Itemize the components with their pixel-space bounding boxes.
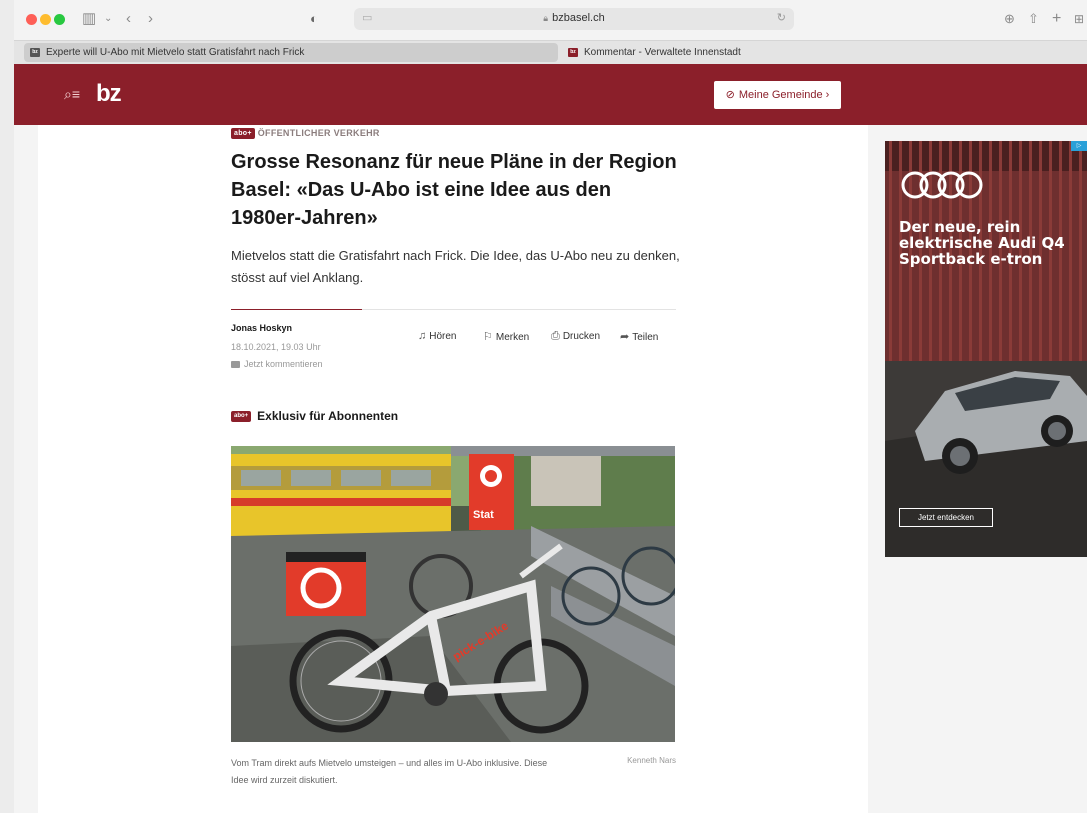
tab-favicon: bz: [568, 48, 578, 57]
photo-caption: Vom Tram direkt aufs Mietvelo umsteigen …: [231, 758, 548, 785]
abo-badge: abo+: [231, 128, 255, 140]
site-header: ⌕≡ bz ⊘ Meine Gemeinde ›: [14, 64, 1087, 125]
meine-gemeinde-button[interactable]: ⊘ Meine Gemeinde ›: [714, 81, 841, 109]
divider: [231, 309, 362, 310]
forward-icon[interactable]: ›: [148, 9, 153, 29]
ad-choices-icon[interactable]: ▷: [1071, 141, 1087, 151]
author-name[interactable]: Jonas Hoskyn: [231, 323, 292, 333]
article-headline: Grosse Resonanz für neue Pläne in der Re…: [231, 151, 677, 229]
photo-credit: Kenneth Nars: [627, 756, 676, 765]
tab-experte[interactable]: bz Experte will U-Abo mit Mietvelo statt…: [24, 43, 558, 62]
divider: [362, 309, 676, 310]
exclusive-text: Exklusiv für Abonnenten: [257, 409, 399, 423]
back-icon[interactable]: ‹: [126, 9, 131, 29]
search-menu-icon[interactable]: ⌕≡: [64, 86, 80, 102]
abo-badge: abo+: [231, 411, 252, 423]
printer-icon: ⎙: [551, 330, 560, 342]
listen-button[interactable]: ♫ Hören: [418, 330, 457, 342]
tab-favicon: bz: [30, 48, 40, 57]
share-arrow-icon: ➦: [620, 331, 630, 343]
tab-bar: bz Experte will U-Abo mit Mietvelo statt…: [14, 40, 1087, 64]
new-tab-icon[interactable]: +: [1052, 9, 1061, 29]
bookmark-button[interactable]: ⚐ Merken: [483, 330, 529, 343]
listen-label: Hören: [429, 331, 457, 342]
print-button[interactable]: ⎙ Drucken: [551, 330, 600, 343]
tab-label: Kommentar - Verwaltete Innenstadt: [584, 47, 741, 58]
tab-kommentar[interactable]: bz Kommentar - Verwaltete Innenstadt: [562, 43, 1082, 62]
url-text: bzbasel.ch: [552, 12, 605, 24]
reload-icon[interactable]: ↻: [777, 11, 786, 24]
meine-gemeinde-label: Meine Gemeinde ›: [738, 89, 830, 101]
ad-cta-button[interactable]: Jetzt entdecken: [899, 508, 993, 527]
audi-advertisement[interactable]: ▷ Der neue, rein elektrische Audi Q4 Spo…: [885, 141, 1087, 557]
print-label: Drucken: [562, 331, 601, 342]
bookmark-label: Merken: [495, 332, 530, 343]
chevron-down-icon[interactable]: ⌄: [104, 9, 112, 29]
download-icon[interactable]: ⊕: [1004, 9, 1015, 29]
publish-date: 18.10.2021, 19.03 Uhr: [231, 342, 321, 352]
close-window-button[interactable]: [26, 14, 37, 25]
headphones-icon: ♫: [418, 330, 427, 342]
comment-label: Jetzt kommentieren: [244, 359, 323, 369]
ad-headline: Der neue, rein elektrische Audi Q4 Sport…: [899, 218, 1065, 268]
zoom-window-button[interactable]: [54, 14, 65, 25]
share-button[interactable]: ➦ Teilen: [620, 330, 658, 343]
browser-window: ▥ ⌄ ‹ › ◐ ▭ 🔒︎ bzbasel.ch ↻ ⊕ ⇧ + ⊞ bz Ex…: [14, 0, 1087, 813]
compass-icon: ⊘: [725, 89, 735, 101]
exclusive-label: abo+ Exklusiv für Abonnenten: [231, 409, 398, 423]
sidebar-toggle-icon[interactable]: ▥: [82, 9, 96, 29]
bike-station-photo: Stat pick-e-bike: [231, 446, 675, 742]
privacy-shield-icon[interactable]: ◐: [310, 9, 318, 29]
ad-background: [885, 141, 1087, 557]
kicker-label: ÖFFENTLICHER VERKEHR: [257, 128, 380, 138]
site-logo[interactable]: bz: [96, 81, 122, 107]
lock-icon: 🔒︎: [543, 13, 549, 23]
article-kicker: abo+ ÖFFENTLICHER VERKEHR: [231, 128, 380, 140]
bookmark-icon: ⚐: [483, 331, 493, 343]
tab-label: Experte will U-Abo mit Mietvelo statt Gr…: [46, 47, 305, 58]
share-label: Teilen: [632, 332, 659, 343]
share-icon[interactable]: ⇧: [1028, 9, 1039, 29]
sign-text: Stat: [473, 509, 494, 521]
browser-toolbar: ▥ ⌄ ‹ › ◐ ▭ 🔒︎ bzbasel.ch ↻ ⊕ ⇧ + ⊞: [14, 0, 1087, 40]
article-photo[interactable]: Stat pick-e-bike: [231, 446, 675, 742]
comment-icon: [231, 361, 240, 369]
comment-link[interactable]: Jetzt kommentieren: [231, 359, 323, 369]
tab-overview-icon[interactable]: ⊞: [1074, 9, 1084, 29]
minimize-window-button[interactable]: [40, 14, 51, 25]
article-lead: Mietvelos statt die Gratisfahrt nach Fri…: [231, 248, 680, 285]
address-bar[interactable]: ▭ 🔒︎ bzbasel.ch ↻: [354, 8, 794, 30]
